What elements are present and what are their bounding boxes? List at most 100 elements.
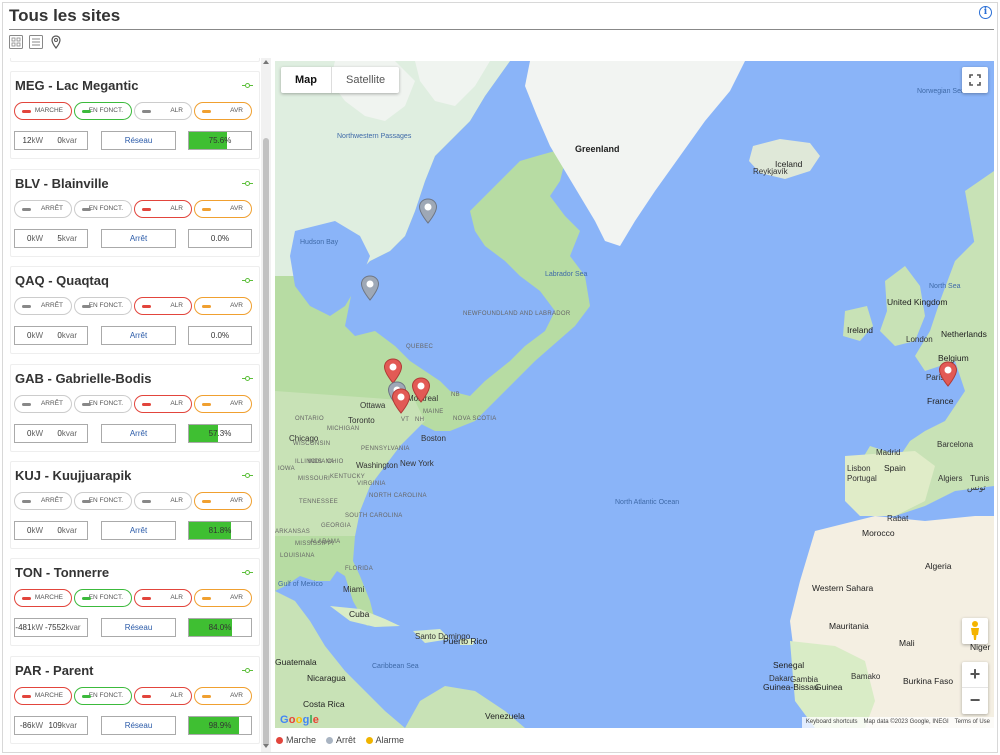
google-logo: Google: [280, 714, 320, 726]
site-card[interactable]: PAR - Parent MARCHE EN FONCT. ALR AVR -86kW…: [10, 655, 260, 744]
legend-item: Marche: [276, 735, 316, 745]
map-label: FLORIDA: [345, 566, 374, 572]
map-label: MAINE: [423, 409, 444, 415]
keyboard-shortcuts-link[interactable]: Keyboard shortcuts: [806, 717, 858, 728]
kvar-value: 5kvar: [57, 233, 77, 243]
page-title: Tous les sites: [9, 6, 121, 25]
zoom-in-button[interactable]: +: [962, 662, 988, 688]
mode-button[interactable]: Arrêt: [101, 326, 176, 346]
status-pill-en-fonct-: EN FONCT.: [74, 297, 132, 316]
status-indicator-icon: [202, 694, 211, 698]
map-label: Lisbon: [847, 464, 871, 473]
site-title: TON - Tonnerre: [15, 565, 110, 581]
site-marker-marche[interactable]: [411, 377, 431, 403]
fullscreen-icon: [969, 74, 981, 86]
mode-button[interactable]: Arrêt: [101, 520, 176, 540]
status-pills: ARRÊT EN FONCT. ALR AVR: [14, 394, 252, 413]
kw-value: 12kW: [22, 136, 43, 146]
map-label: OHIO: [327, 459, 344, 465]
site-card[interactable]: MEG - Lac Megantic MARCHE EN FONCT. ALR AVR…: [10, 71, 260, 160]
status-indicator-icon: [82, 110, 91, 114]
site-card[interactable]: QAQ - Quaqtaq ARRÊT EN FONCT. ALR AVR 0kW 0…: [10, 266, 260, 355]
status-pill-en-fonct-: EN FONCT.: [74, 102, 132, 121]
fullscreen-button[interactable]: [962, 67, 988, 93]
progress-label: 57.3%: [208, 428, 232, 438]
map-label: PENNSYLVANIA: [361, 446, 410, 452]
list-view-icon[interactable]: [29, 35, 43, 49]
progress-bar: 0.0%: [188, 326, 252, 346]
legend-dot-icon: [326, 736, 334, 744]
site-title: GAB - Gabrielle-Bodis: [15, 370, 152, 386]
kvar-value: -7552kvar: [45, 623, 81, 633]
status-indicator-icon: [22, 597, 31, 601]
map-label: Tunis: [970, 474, 990, 483]
site-marker-arret[interactable]: [418, 198, 438, 224]
legend-dot-icon: [276, 736, 283, 744]
map-label: Venezuela: [485, 711, 525, 721]
status-indicator-icon: [202, 597, 211, 601]
info-icon[interactable]: i: [979, 6, 992, 19]
map-label: Puerto Rico: [443, 636, 488, 646]
map-label: Reykjavík: [753, 167, 788, 176]
map-label: Costa Rica: [303, 699, 345, 709]
site-marker-arret[interactable]: [360, 275, 380, 301]
map-view-icon[interactable]: [49, 35, 63, 49]
map-label: MICHIGAN: [327, 426, 360, 432]
scroll-down-arrow-icon[interactable]: [263, 744, 269, 748]
status-indicator-icon: [82, 207, 91, 211]
link-status-icon: [242, 570, 253, 576]
list-scrollbar[interactable]: [261, 58, 271, 752]
site-card[interactable]: TON - Tonnerre MARCHE EN FONCT. ALR AVR -48…: [10, 558, 260, 647]
map-label: WISCONSIN: [293, 441, 331, 447]
map-label: London: [906, 335, 933, 344]
terms-link[interactable]: Terms of Use: [955, 717, 990, 728]
grid-view-icon[interactable]: [9, 35, 23, 49]
kvar-value: 0kvar: [57, 525, 77, 535]
status-pill-alr: ALR: [134, 686, 192, 705]
status-pill-en-fonct-: EN FONCT.: [74, 686, 132, 705]
status-pill-avr: AVR: [194, 589, 252, 608]
progress-bar: 57.3%: [188, 423, 252, 443]
link-status-icon: [242, 278, 253, 284]
status-indicator-icon: [202, 305, 211, 309]
scroll-thumb[interactable]: [263, 138, 269, 746]
status-pill-en-fonct-: EN FONCT.: [74, 491, 132, 510]
site-card[interactable]: GAB - Gabrielle-Bodis ARRÊT EN FONCT. ALR A…: [10, 363, 260, 452]
status-indicator-icon: [82, 402, 91, 406]
site-list[interactable]: MEG - Lac Megantic MARCHE EN FONCT. ALR AVR…: [7, 58, 271, 752]
map-label: Ireland: [847, 325, 873, 335]
site-marker-marche[interactable]: [391, 388, 411, 414]
mode-button[interactable]: Réseau: [101, 618, 176, 638]
map-type-map-button[interactable]: Map: [281, 67, 332, 93]
status-pill-arrêt: ARRÊT: [14, 199, 72, 218]
link-status-icon: [242, 472, 253, 478]
kvar-value: 0kvar: [57, 136, 77, 146]
site-card[interactable]: BLV - Blainville ARRÊT EN FONCT. ALR AVR 0k…: [10, 168, 260, 257]
link-status-icon: [242, 667, 253, 673]
power-readout: -481kW -7552kvar: [14, 618, 88, 638]
status-pill-en-fonct-: EN FONCT.: [74, 394, 132, 413]
page-header: Tous les sites i: [9, 6, 994, 30]
site-marker-marche[interactable]: [938, 361, 958, 387]
status-indicator-icon: [142, 694, 151, 698]
status-pill-arrêt: ARRÊT: [14, 394, 72, 413]
map-label: Caribbean Sea: [372, 663, 419, 670]
map-view[interactable]: Greenland Iceland Reykjavík Norwegian Sea No…: [275, 61, 994, 728]
status-pills: ARRÊT EN FONCT. ALR AVR: [14, 199, 252, 218]
map-type-satellite-button[interactable]: Satellite: [332, 67, 399, 93]
status-indicator-icon: [22, 110, 31, 114]
map-label: Guatemala: [275, 657, 317, 667]
kw-value: -86kW: [19, 720, 43, 730]
zoom-out-button[interactable]: −: [962, 688, 988, 714]
mode-button[interactable]: Arrêt: [101, 228, 176, 248]
map-data-text: Map data ©2023 Google, INEGI: [863, 719, 949, 725]
map-attribution: Keyboard shortcuts Map data ©2023 Google…: [801, 717, 994, 728]
mode-button[interactable]: Réseau: [101, 715, 176, 735]
street-view-button[interactable]: [962, 618, 988, 644]
map-label: VT: [401, 417, 410, 423]
scroll-up-arrow-icon[interactable]: [263, 60, 269, 64]
mode-button[interactable]: Arrêt: [101, 423, 176, 443]
mode-button[interactable]: Réseau: [101, 131, 176, 151]
site-card[interactable]: KUJ - Kuujjuarapik ARRÊT EN FONCT. ALR AVR …: [10, 460, 260, 549]
progress-bar: 75.6%: [188, 131, 252, 151]
